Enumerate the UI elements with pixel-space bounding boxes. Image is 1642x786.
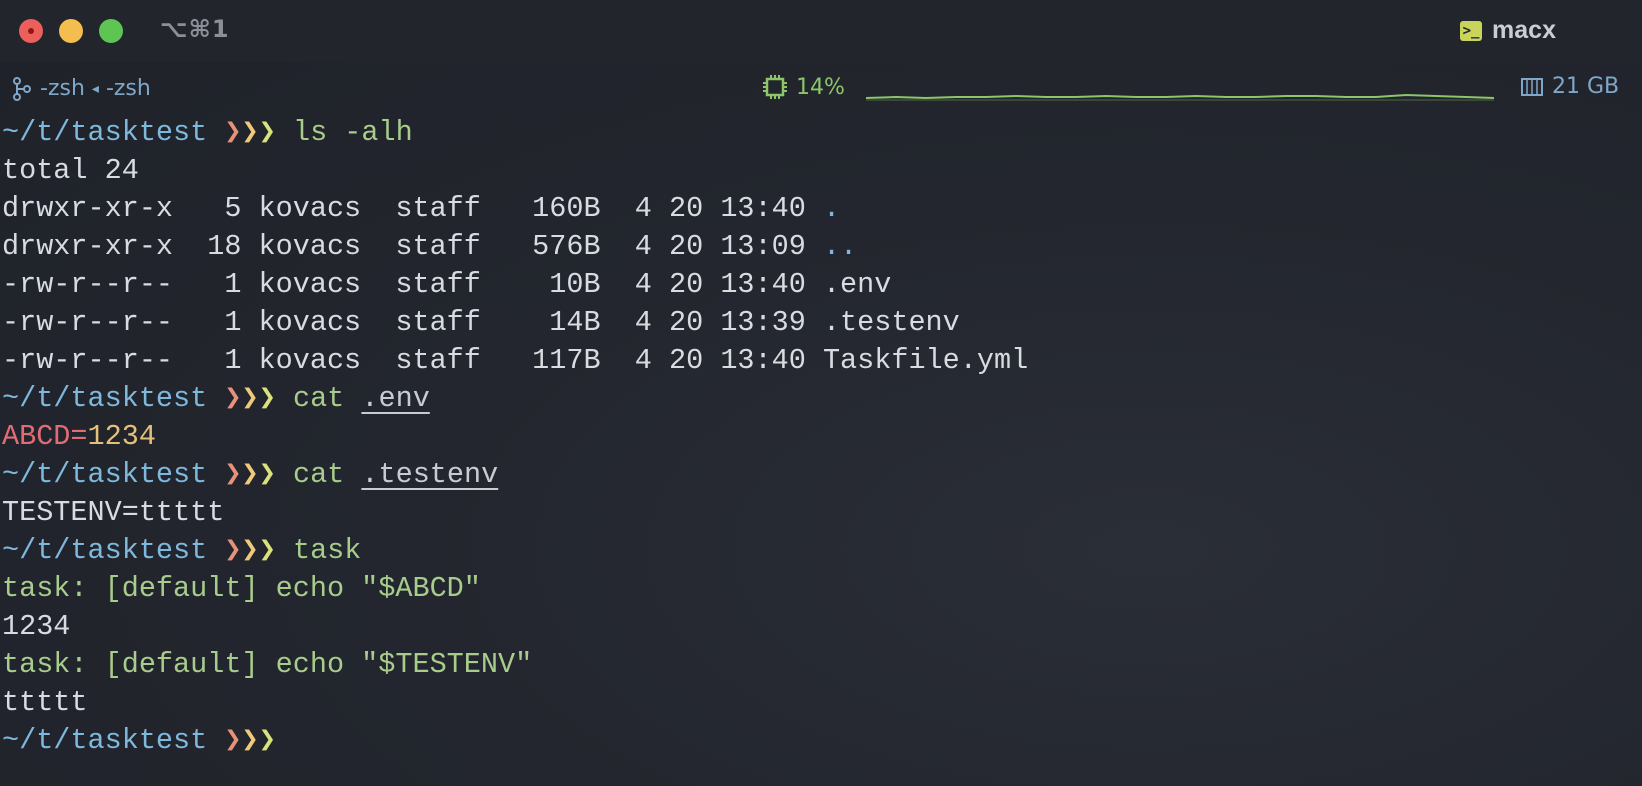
memory-usage: 21 GB [1520,74,1619,99]
ls-row: -rw-r--r-- 1 kovacs staff 14B 4 20 13:39… [2,304,1632,342]
prompt-arrows: ❯ [241,534,259,567]
ls-row: drwxr-xr-x 5 kovacs staff 160B 4 20 13:4… [2,190,1632,228]
command-text: cat [292,458,345,491]
output-line: total 24 [2,154,139,187]
prompt-arrows: ❯ [224,534,242,567]
command-argument: .testenv [361,458,499,491]
minimize-window-button[interactable] [59,19,83,43]
output-line: task: [default] echo "$ABCD" [2,572,481,605]
prompt-arrows: ❯ [224,382,242,415]
ls-file-name: .env [822,268,892,301]
ls-row: -rw-r--r-- 1 kovacs staff 10B 4 20 13:40… [2,266,1632,304]
env-equals: = [70,420,88,453]
prompt-path: ~/t/tasktest [2,382,208,415]
env-key: ABCD [2,420,71,453]
terminal-output[interactable]: ~/t/tasktest ❯❯❯ ls -alh total 24 drwxr-… [2,114,1632,760]
env-value: 1234 [87,420,156,453]
close-window-button[interactable] [19,19,43,43]
cpu-usage: 14% [762,74,845,100]
prompt-line: ~/t/tasktest ❯❯❯ ls -alh [2,114,1632,152]
zoom-window-button[interactable] [99,19,123,43]
prompt-arrows: ❯ [258,534,276,567]
prompt-path: ~/t/tasktest [2,116,208,149]
prompt-path: ~/t/tasktest [2,458,208,491]
prompt-arrows: ❯ [241,458,259,491]
prompt-arrows: ❯ [224,458,242,491]
separator-icon: ◂ [91,80,99,97]
status-bar: -zsh ◂ -zsh 14% 21 GB [0,70,1642,112]
output-line: task: [default] echo "$TESTENV" [2,648,533,681]
ls-file-name: .testenv [822,306,960,339]
memory-icon [1521,77,1543,96]
prompt-arrows: ❯ [258,458,276,491]
ls-row-info: -rw-r--r-- 1 kovacs staff 14B 4 20 13:39 [2,306,823,339]
host-title: >_ macx [1460,16,1556,45]
ls-row: drwxr-xr-x 18 kovacs staff 576B 4 20 13:… [2,228,1632,266]
title-bar: ⌥⌘1 >_ macx [0,0,1642,62]
ls-file-name: .. [822,230,858,263]
prompt-line: ~/t/tasktest ❯❯❯ task [2,532,1632,570]
session-info: -zsh ◂ -zsh [12,76,151,101]
prompt-arrows: ❯ [224,116,242,149]
shell-name: -zsh [40,76,85,101]
ls-row-info: -rw-r--r-- 1 kovacs staff 10B 4 20 13:40 [2,268,823,301]
ls-row: -rw-r--r-- 1 kovacs staff 117B 4 20 13:4… [2,342,1632,380]
ls-row-info: drwxr-xr-x 5 kovacs staff 160B 4 20 13:4… [2,192,823,225]
command-text: ls -alh [292,116,413,149]
command-text: task [292,534,362,567]
cpu-sparkline [866,93,1494,101]
memory-amount: 21 GB [1552,74,1620,99]
prompt-arrows: ❯ [258,724,276,757]
output-line: ttttt [2,686,88,719]
command-text: cat [292,382,345,415]
ls-file-name: . [822,192,841,225]
output-line: ABCD=1234 [2,418,1632,456]
prompt-arrows: ❯ [241,724,259,757]
prompt-path: ~/t/tasktest [2,534,208,567]
prompt-line: ~/t/tasktest ❯❯❯ cat .env [2,380,1632,418]
ls-row-info: drwxr-xr-x 18 kovacs staff 576B 4 20 13:… [2,230,823,263]
git-branch-icon [13,76,31,101]
prompt-arrows: ❯ [258,382,276,415]
output-line: 1234 [2,610,71,643]
shell-name: -zsh [105,76,151,101]
ls-output: drwxr-xr-x 5 kovacs staff 160B 4 20 13:4… [2,190,1632,380]
ls-row-info: -rw-r--r-- 1 kovacs staff 117B 4 20 13:4… [2,344,823,377]
prompt-path: ~/t/tasktest [2,724,208,757]
cpu-percent: 14% [796,74,845,100]
prompt-line: ~/t/tasktest ❯❯❯ [2,722,1632,760]
prompt-arrows: ❯ [241,382,259,415]
prompt-arrows: ❯ [258,116,276,149]
prompt-line: ~/t/tasktest ❯❯❯ cat .testenv [2,456,1632,494]
host-name: macx [1492,16,1556,44]
prompt-arrows: ❯ [224,724,242,757]
terminal-icon: >_ [1460,20,1483,41]
cpu-icon [763,75,787,99]
output-line: TESTENV=ttttt [2,496,225,529]
ls-file-name: Taskfile.yml [822,344,1029,377]
prompt-arrows: ❯ [241,116,259,149]
tab-shortcut: ⌥⌘1 [160,15,230,43]
command-argument: .env [361,382,430,415]
